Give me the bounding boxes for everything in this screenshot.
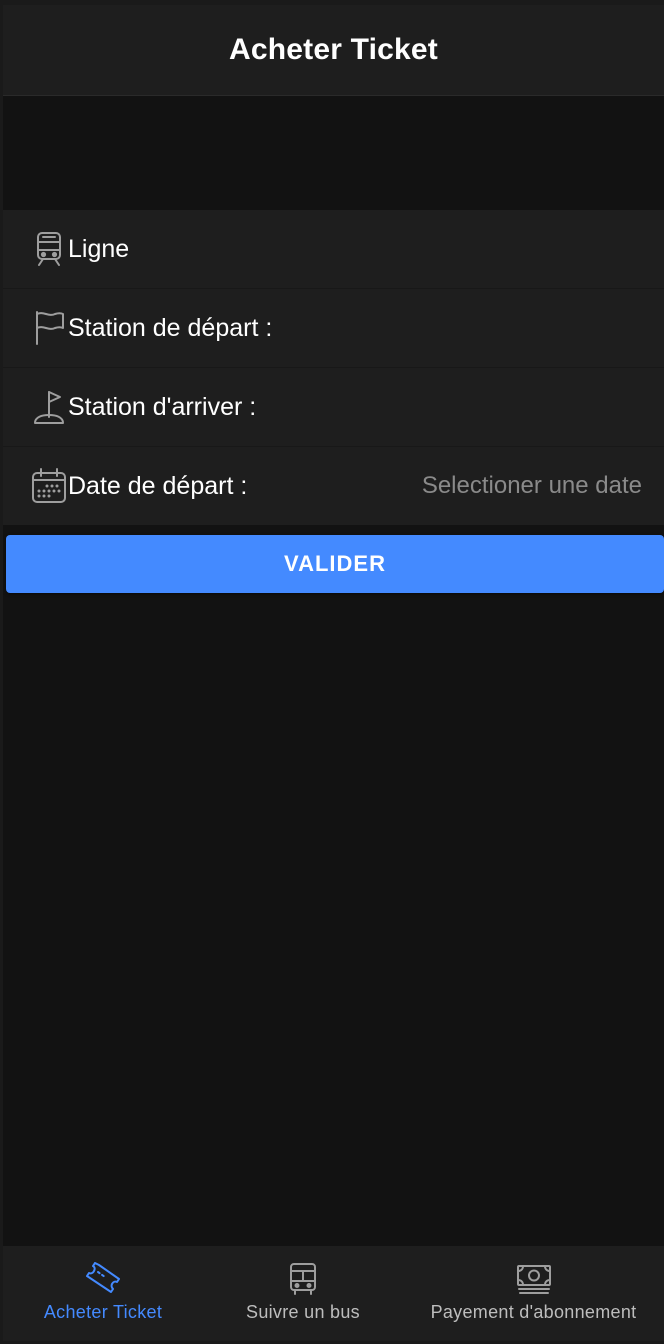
nav-item-track-bus[interactable]: Suivre un bus <box>203 1246 403 1341</box>
arrival-station-field[interactable]: Station d'arriver : <box>3 368 664 447</box>
line-field-label: Ligne <box>68 234 130 263</box>
app-bar: Acheter Ticket <box>3 5 664 96</box>
arrival-station-label: Station d'arriver : <box>68 392 257 421</box>
bottom-navigation: Acheter Ticket Suivre un bus Payement d'… <box>3 1246 664 1341</box>
line-field[interactable]: Ligne <box>3 210 664 289</box>
nav-item-buy-ticket[interactable]: Acheter Ticket <box>3 1246 203 1341</box>
golf-flag-icon <box>31 389 67 425</box>
departure-station-field[interactable]: Station de départ : <box>3 289 664 368</box>
train-icon <box>31 231 67 267</box>
nav-item-subscription-payment[interactable]: Payement d'abonnement <box>403 1246 664 1341</box>
flag-icon <box>31 310 67 346</box>
validate-button[interactable]: VALIDER <box>6 535 664 593</box>
money-icon <box>515 1262 553 1296</box>
departure-date-label: Date de départ : <box>68 471 248 500</box>
calendar-icon <box>31 468 67 504</box>
nav-label-track-bus: Suivre un bus <box>246 1302 360 1322</box>
nav-label-subscription-payment: Payement d'abonnement <box>430 1302 637 1322</box>
nav-label-buy-ticket: Acheter Ticket <box>43 1302 163 1322</box>
departure-date-field[interactable]: Date de départ : Selectioner une date <box>3 447 664 525</box>
page-title: Acheter Ticket <box>228 33 438 66</box>
departure-station-label: Station de départ : <box>68 313 273 342</box>
app-screen: Acheter Ticket Ligne Station de départ:… <box>3 5 664 1341</box>
date-picker-placeholder[interactable]: Selectioner une date <box>422 472 642 500</box>
ticket-form: Ligne Station de départ : Station d'arri… <box>3 210 664 525</box>
bus-icon <box>288 1262 318 1296</box>
ticket-icon <box>84 1262 122 1296</box>
